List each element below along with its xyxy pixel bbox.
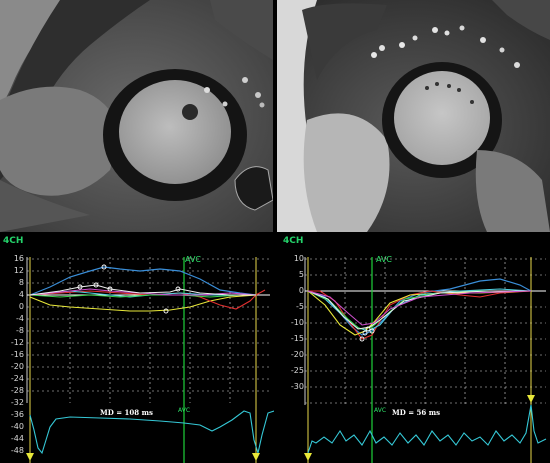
cycle-marker-end-triangle	[252, 453, 260, 461]
cycle-marker-start-triangle	[304, 453, 312, 461]
mri-left-graphic	[0, 0, 273, 232]
mri-image-right	[277, 0, 550, 232]
ecg-trace	[29, 410, 274, 456]
cycle-marker-end-triangle	[527, 395, 535, 403]
mri-right-graphic	[277, 0, 550, 232]
strain-panel-left: 4CH 16 12 8 4 0 -4 -8 -12 -16 -20 -24 -28 -32 -36 -40-…	[0, 235, 274, 463]
grid	[27, 257, 270, 403]
strain-panel-right: 4CH 10 5 0 -5 -10 -15 -20 -25 -30 AVC AVC MD = 5…	[280, 235, 550, 463]
mri-image-left	[0, 0, 273, 232]
ecg-trace	[307, 404, 547, 454]
strain-plot-right	[304, 257, 547, 463]
strain-curve-yellow	[29, 294, 257, 312]
strain-plot-left	[26, 257, 274, 463]
cycle-marker-start-triangle	[26, 453, 34, 461]
grid	[305, 257, 546, 405]
